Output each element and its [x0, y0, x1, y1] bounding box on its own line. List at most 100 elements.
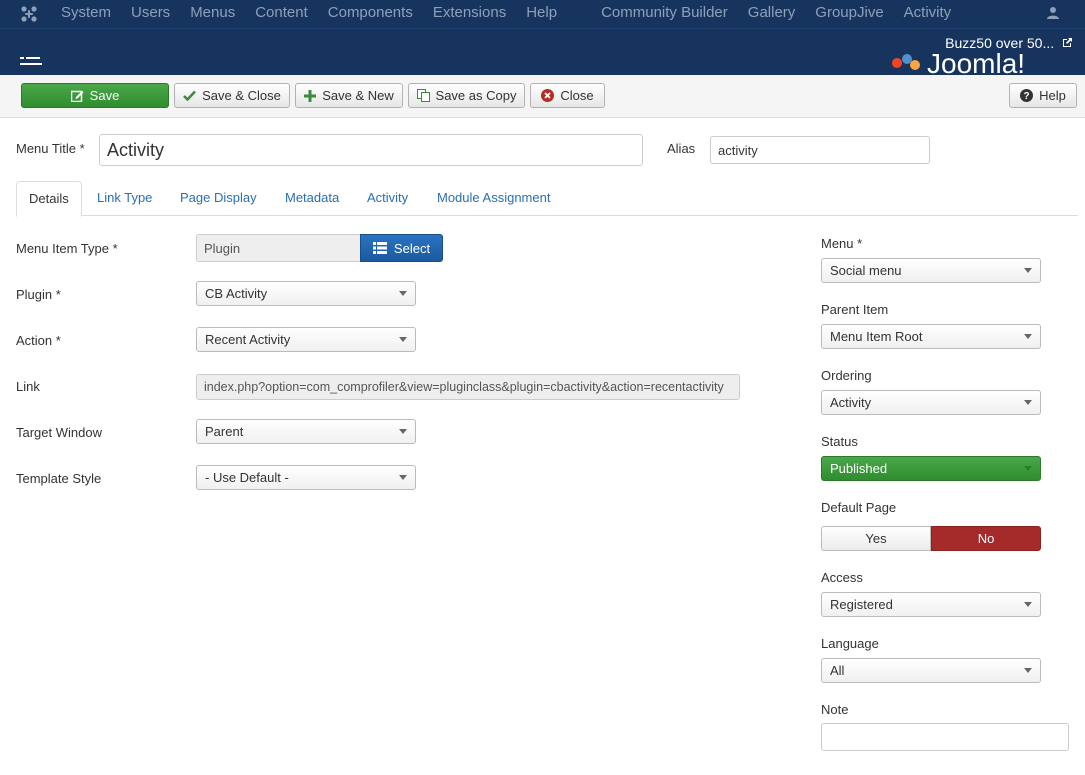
list-icon: [372, 242, 387, 254]
status-select[interactable]: Published: [821, 456, 1041, 481]
site-link[interactable]: Buzz50 over 50...: [945, 35, 1073, 51]
parent-item-value: Menu Item Root: [830, 329, 923, 344]
chevron-down-icon: [1024, 400, 1032, 405]
plus-icon: [304, 89, 317, 102]
language-label: Language: [821, 636, 879, 651]
note-label: Note: [821, 702, 849, 717]
save-new-label: Save & New: [322, 88, 394, 103]
menu-title-label: Menu Title *: [16, 141, 85, 156]
menu-gallery[interactable]: Gallery: [748, 0, 796, 28]
tab-activity[interactable]: Activity: [367, 181, 408, 216]
target-window-select[interactable]: Parent: [196, 419, 416, 444]
site-name[interactable]: Buzz50 over 50...: [945, 35, 1054, 51]
save-copy-button[interactable]: Save as Copy: [408, 83, 525, 108]
ordering-select[interactable]: Activity: [821, 390, 1041, 415]
tab-link-type[interactable]: Link Type: [97, 181, 152, 216]
edit-icon: [70, 90, 84, 102]
save-new-button[interactable]: Save & New: [295, 83, 403, 108]
check-icon: [183, 90, 197, 101]
chevron-down-icon: [399, 291, 407, 296]
save-copy-label: Save as Copy: [435, 88, 517, 103]
parent-item-select[interactable]: Menu Item Root: [821, 324, 1041, 349]
select-type-label: Select: [393, 240, 431, 256]
close-button[interactable]: Close: [530, 83, 605, 108]
template-style-value: - Use Default -: [205, 470, 289, 485]
close-label: Close: [560, 88, 594, 103]
menu-components[interactable]: Components: [328, 0, 413, 28]
action-select[interactable]: Recent Activity: [196, 327, 416, 352]
svg-text:Joomla!: Joomla!: [927, 51, 1025, 76]
chevron-down-icon: [1024, 602, 1032, 607]
note-input[interactable]: [821, 723, 1069, 751]
menu-item-type-field: Plugin: [196, 234, 361, 262]
close-circle-icon: [541, 89, 555, 102]
target-window-label: Target Window: [16, 425, 102, 440]
access-select[interactable]: Registered: [821, 592, 1041, 617]
menu-activity[interactable]: Activity: [904, 0, 952, 28]
menu-help[interactable]: Help: [526, 0, 557, 28]
access-label: Access: [821, 570, 863, 585]
plugin-select[interactable]: CB Activity: [196, 281, 416, 306]
menu-item-type-label: Menu Item Type *: [16, 241, 118, 256]
default-page-yes-button[interactable]: Yes: [821, 526, 931, 551]
chevron-down-icon: [1024, 334, 1032, 339]
menu-content[interactable]: Content: [255, 0, 308, 28]
chevron-down-icon: [1024, 466, 1032, 471]
save-close-button[interactable]: Save & Close: [174, 83, 290, 108]
copy-icon: [416, 89, 430, 102]
action-value: Recent Activity: [205, 332, 291, 347]
menu-system[interactable]: System: [61, 0, 111, 28]
menu-select[interactable]: Social menu: [821, 258, 1041, 283]
alias-label: Alias: [667, 141, 696, 156]
alias-input[interactable]: activity: [710, 136, 930, 164]
help-label: Help: [1039, 88, 1066, 103]
tab-metadata[interactable]: Metadata: [285, 181, 339, 216]
admin-navbar: System Users Menus Content Components Ex…: [0, 0, 1085, 28]
chevron-down-icon: [1024, 268, 1032, 273]
tab-details[interactable]: Details: [16, 181, 82, 217]
help-icon: ?: [1020, 89, 1034, 102]
menu-users[interactable]: Users: [131, 0, 170, 28]
hamburger-icon[interactable]: [20, 57, 42, 67]
template-style-select[interactable]: - Use Default -: [196, 465, 416, 490]
menu-title-input[interactable]: Activity: [99, 134, 643, 166]
language-value: All: [830, 663, 845, 678]
user-icon[interactable]: [1046, 6, 1060, 20]
language-select[interactable]: All: [821, 658, 1041, 683]
plugin-value: CB Activity: [205, 286, 268, 301]
joomla-brand-logo: Joomla!: [892, 51, 1025, 76]
status-value: Published: [830, 461, 888, 476]
page-header: Buzz50 over 50... Joomla!: [0, 28, 1085, 76]
tab-bar: Details Link Type Page Display Metadata …: [16, 181, 1078, 217]
menu-label: Menu *: [821, 236, 863, 251]
save-label: Save: [89, 88, 120, 103]
chevron-down-icon: [399, 429, 407, 434]
menu-groupjive[interactable]: GroupJive: [815, 0, 883, 28]
target-window-value: Parent: [205, 424, 244, 439]
menu-menus[interactable]: Menus: [190, 0, 235, 28]
toolbar: Save Save & Close Save & New Save as Cop…: [0, 75, 1085, 118]
main-menu: System Users Menus Content Components Ex…: [61, 0, 971, 28]
tab-module-assignment[interactable]: Module Assignment: [437, 181, 550, 216]
status-label: Status: [821, 434, 858, 449]
select-type-button[interactable]: Select: [360, 234, 443, 262]
default-page-label: Default Page: [821, 500, 897, 515]
link-field: index.php?option=com_comprofiler&view=pl…: [196, 374, 740, 400]
ordering-value: Activity: [830, 395, 872, 410]
ordering-label: Ordering: [821, 368, 872, 383]
svg-text:?: ?: [1024, 91, 1030, 102]
chevron-down-icon: [1024, 668, 1032, 673]
save-close-label: Save & Close: [202, 88, 281, 103]
help-button[interactable]: ? Help: [1009, 83, 1077, 108]
parent-item-label: Parent Item: [821, 302, 889, 317]
tab-page-display[interactable]: Page Display: [180, 181, 257, 216]
access-value: Registered: [830, 597, 893, 612]
menu-extensions[interactable]: Extensions: [433, 0, 506, 28]
save-button[interactable]: Save: [21, 83, 169, 108]
link-label: Link: [16, 379, 40, 394]
chevron-down-icon: [399, 475, 407, 480]
template-style-label: Template Style: [16, 471, 102, 486]
menu-community-builder[interactable]: Community Builder: [601, 0, 728, 28]
joomla-logo-icon[interactable]: [20, 5, 38, 23]
default-page-no-button[interactable]: No: [931, 526, 1041, 551]
